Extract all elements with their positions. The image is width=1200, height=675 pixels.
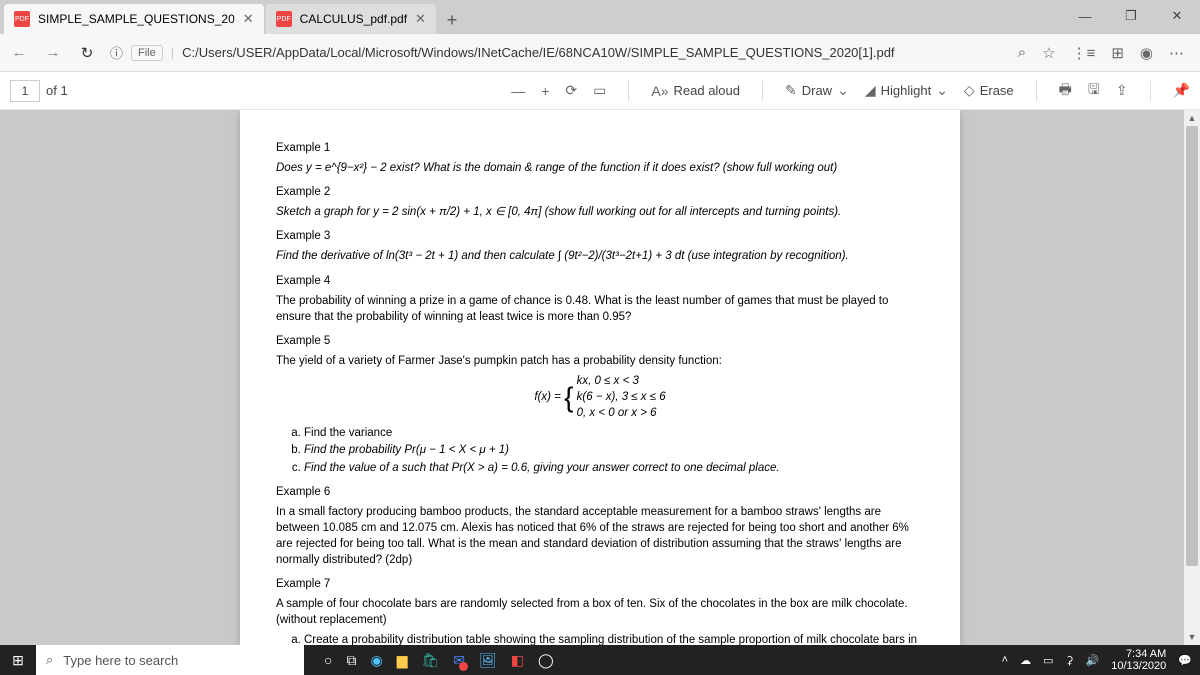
body-text: A sample of four chocolate bars are rand… <box>276 596 924 628</box>
heading: Example 3 <box>276 228 924 244</box>
info-icon: ⓘ <box>110 43 123 62</box>
volume-icon[interactable]: 🔊 <box>1086 654 1100 667</box>
list-item: Find the variance <box>304 425 924 441</box>
search-icon[interactable]: ⌕ <box>1018 44 1026 61</box>
forward-button[interactable]: → <box>42 44 64 61</box>
pdf-icon: PDF <box>14 11 30 27</box>
scroll-down-icon[interactable]: ▼ <box>1184 629 1200 645</box>
body-text: The yield of a variety of Farmer Jase's … <box>276 353 924 369</box>
highlighter-icon: ◢ <box>865 82 876 99</box>
start-button[interactable]: ⊞ <box>0 652 36 669</box>
read-aloud-button[interactable]: A»Read aloud <box>651 83 740 99</box>
back-button[interactable]: ← <box>8 44 30 61</box>
rotate-button[interactable]: ⟳ <box>565 82 577 99</box>
mail-icon[interactable]: ✉ <box>453 652 465 669</box>
close-window-button[interactable]: ✕ <box>1154 0 1200 32</box>
heading: Example 1 <box>276 140 924 156</box>
collections-icon[interactable]: ⋮≡ <box>1072 44 1096 62</box>
body-text: In a small factory producing bamboo prod… <box>276 504 924 568</box>
taskbar-search[interactable]: ⌕ Type here to search <box>36 645 304 675</box>
battery-icon[interactable]: ▭ <box>1043 654 1053 667</box>
task-view-icon[interactable]: ⧉ <box>346 652 356 669</box>
body-text: Sketch a graph for y = 2 sin(x + π/2) + … <box>276 204 924 220</box>
clock[interactable]: 7:34 AM 10/13/2020 <box>1111 648 1166 672</box>
new-tab-button[interactable]: + <box>438 6 466 34</box>
eraser-icon: ◇ <box>964 82 975 99</box>
ordered-list: Create a probability distribution table … <box>304 632 924 645</box>
wifi-icon[interactable]: ⚳ <box>1065 654 1073 667</box>
tab-active[interactable]: PDF SIMPLE_SAMPLE_QUESTIONS_20 ✕ <box>4 4 264 34</box>
profile-icon[interactable]: ◉ <box>1140 44 1153 62</box>
url-text: C:/Users/USER/AppData/Local/Microsoft/Wi… <box>182 45 894 60</box>
fit-page-button[interactable]: ▭ <box>593 82 606 99</box>
pin-button[interactable]: 📌 <box>1173 82 1190 99</box>
onedrive-icon[interactable]: ☁ <box>1020 654 1031 667</box>
favorite-icon[interactable]: ☆ <box>1042 44 1055 62</box>
close-icon[interactable]: ✕ <box>415 11 426 27</box>
draw-button[interactable]: ✎Draw⌄ <box>785 82 849 99</box>
tray-chevron-icon[interactable]: ˄ <box>1002 654 1008 666</box>
store-icon[interactable]: 🛍 <box>421 652 439 669</box>
edge-icon[interactable]: ◉ <box>370 652 382 669</box>
separator: | <box>171 45 174 60</box>
maximize-button[interactable]: ❐ <box>1108 0 1154 32</box>
heading: Example 4 <box>276 273 924 289</box>
tab-inactive[interactable]: PDF CALCULUS_pdf.pdf ✕ <box>266 4 436 34</box>
notifications-icon[interactable]: 💬 <box>1178 654 1192 667</box>
erase-button[interactable]: ◇Erase <box>964 82 1014 99</box>
scrollbar-thumb[interactable] <box>1186 126 1198 566</box>
share-button[interactable]: ⇪ <box>1116 82 1128 99</box>
equation: f(x) = { kx, 0 ≤ x < 3 k(6 − x), 3 ≤ x ≤… <box>276 373 924 421</box>
menu-icon[interactable]: ⋯ <box>1169 44 1184 62</box>
body-text: Find the derivative of ln(3t³ − 2t + 1) … <box>276 248 924 264</box>
scroll-up-icon[interactable]: ▲ <box>1184 110 1200 126</box>
pen-icon: ✎ <box>785 82 797 99</box>
list-item: Create a probability distribution table … <box>304 632 924 645</box>
body-text: Does y = e^{9−x²} − 2 exist? What is the… <box>276 160 924 176</box>
print-button[interactable]: 🖶 <box>1059 79 1072 103</box>
date: 10/13/2020 <box>1111 660 1166 672</box>
chevron-down-icon: ⌄ <box>837 82 849 99</box>
body-text: The probability of winning a prize in a … <box>276 293 924 325</box>
extensions-icon[interactable]: ⊞ <box>1111 44 1124 62</box>
vertical-scrollbar[interactable]: ▲ ▼ <box>1184 110 1200 645</box>
list-item: Find the value of a such that Pr(X > a) … <box>304 460 924 476</box>
page-number-input[interactable]: 1 <box>10 80 40 102</box>
pdf-icon: PDF <box>276 11 292 27</box>
zoom-in-button[interactable]: + <box>541 83 549 99</box>
pdf-toolbar: 1 of 1 — + ⟳ ▭ A»Read aloud ✎Draw⌄ ◢High… <box>0 72 1200 110</box>
taskbar: ⊞ ⌕ Type here to search ○ ⧉ ◉ ▆ 🛍 ✉ 🖼 ◧ … <box>0 645 1200 675</box>
tab-label: CALCULUS_pdf.pdf <box>300 12 407 26</box>
chrome-icon[interactable]: ◯ <box>538 652 554 669</box>
heading: Example 7 <box>276 576 924 592</box>
minimize-button[interactable]: — <box>1062 0 1108 32</box>
close-icon[interactable]: ✕ <box>243 11 254 27</box>
highlight-button[interactable]: ◢Highlight⌄ <box>865 82 948 99</box>
list-item: Find the probability Pr(μ − 1 < X < μ + … <box>304 442 924 458</box>
pdf-page: Example 1 Does y = e^{9−x²} − 2 exist? W… <box>240 110 960 645</box>
explorer-icon[interactable]: ▆ <box>397 652 408 669</box>
heading: Example 2 <box>276 184 924 200</box>
ordered-list: Find the variance Find the probability P… <box>304 425 924 475</box>
heading: Example 5 <box>276 333 924 349</box>
speaker-icon: A» <box>651 83 668 99</box>
url-field[interactable]: ⓘ File | C:/Users/USER/AppData/Local/Mic… <box>110 43 1006 62</box>
heading: Example 6 <box>276 484 924 500</box>
chevron-down-icon: ⌄ <box>936 82 948 99</box>
search-placeholder: Type here to search <box>63 653 178 668</box>
save-button[interactable]: 🖫 <box>1088 79 1100 103</box>
office-icon[interactable]: ◧ <box>511 652 524 669</box>
file-tag: File <box>131 45 163 61</box>
refresh-button[interactable]: ↻ <box>76 44 98 62</box>
page-total: of 1 <box>46 83 68 98</box>
photos-icon[interactable]: 🖼 <box>479 652 497 669</box>
pdf-viewport: Example 1 Does y = e^{9−x²} − 2 exist? W… <box>0 110 1200 645</box>
tab-strip: PDF SIMPLE_SAMPLE_QUESTIONS_20 ✕ PDF CAL… <box>0 0 1200 34</box>
tab-label: SIMPLE_SAMPLE_QUESTIONS_20 <box>38 12 235 26</box>
time: 7:34 AM <box>1111 648 1166 660</box>
cortana-icon[interactable]: ○ <box>324 652 332 668</box>
address-bar: ← → ↻ ⓘ File | C:/Users/USER/AppData/Loc… <box>0 34 1200 72</box>
zoom-out-button[interactable]: — <box>511 83 525 99</box>
search-icon: ⌕ <box>46 652 53 668</box>
